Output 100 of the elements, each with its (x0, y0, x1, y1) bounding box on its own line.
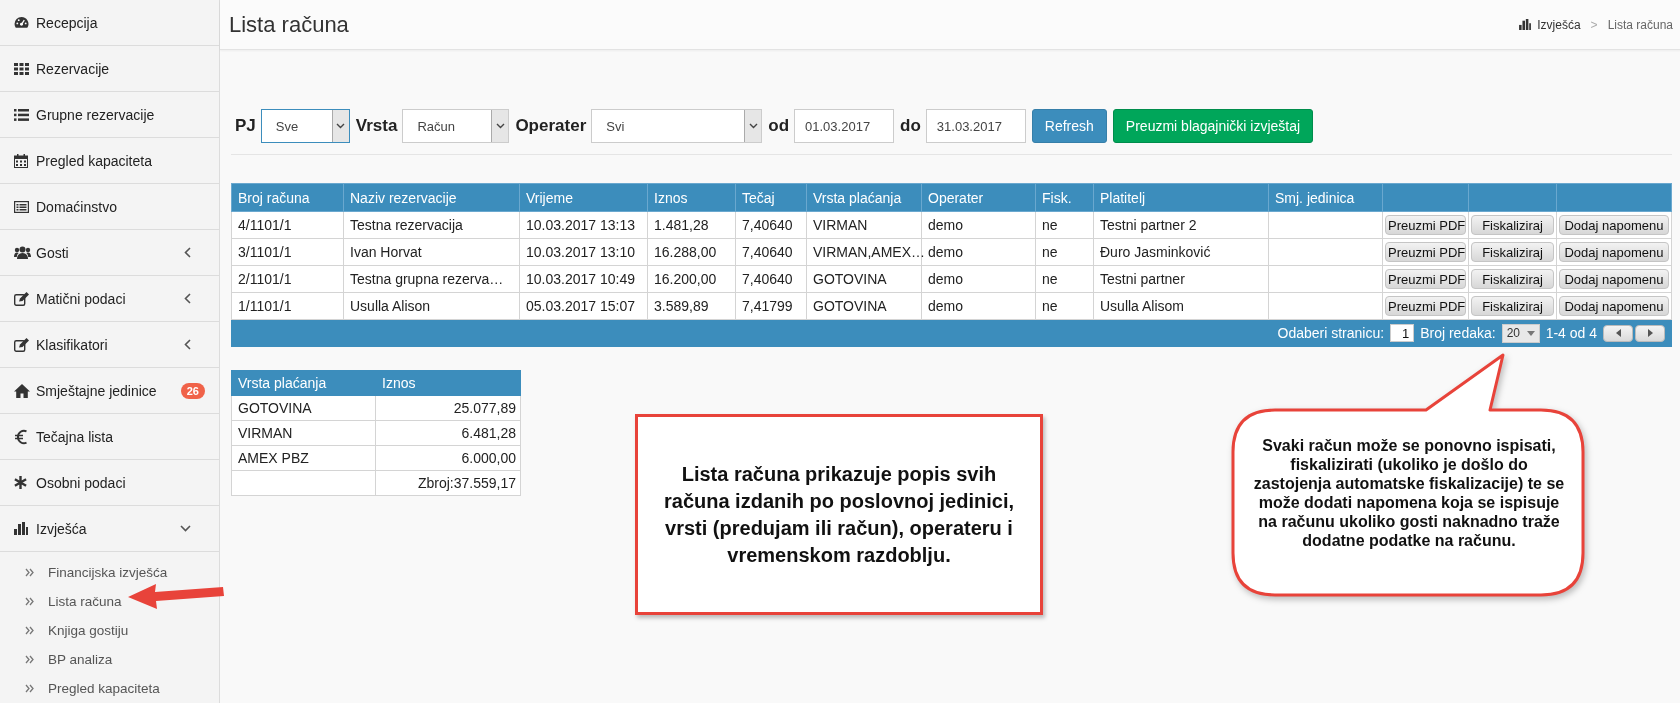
table-cell: 16.200,00 (647, 265, 736, 293)
table-cell: Testni partner 2 (1093, 211, 1269, 239)
submenu-item[interactable]: Lista računa (0, 587, 124, 616)
table-cell: 4/1101/1 (231, 211, 344, 239)
sidebar-item[interactable]: Matični podaci (0, 276, 219, 322)
caret-icon (1526, 330, 1535, 336)
breadcrumb-link[interactable]: Lista računa (1607, 17, 1673, 32)
dropdown[interactable]: Sve (260, 109, 350, 143)
column-header: Vrijeme (519, 183, 648, 212)
table-cell: 7,40640 (735, 238, 807, 266)
table-cell: 7,41799 (735, 292, 807, 320)
home-icon (14, 383, 30, 398)
table-cell: Zbroj:37.559,17 (375, 470, 521, 496)
column-header: Iznos (375, 370, 521, 396)
table-cell: GOTOVINA (806, 265, 922, 293)
row-action-button[interactable]: Fiskaliziraj (1471, 296, 1554, 316)
table-cell: GOTOVINA (231, 395, 376, 421)
grid-icon (14, 62, 29, 75)
chevron-left-icon (184, 339, 191, 350)
sidebar-item[interactable]: Smještajne jedinice 26 (0, 368, 219, 414)
count-badge: 26 (180, 382, 205, 399)
breadcrumb-separator: > (1589, 17, 1599, 32)
sidebar-item[interactable]: Rezervacije (0, 46, 219, 92)
filter-label: od (768, 116, 790, 136)
table-cell: VIRMAN (231, 420, 376, 446)
row-action-button[interactable]: Preuzmi PDF (1385, 242, 1466, 262)
row-action-button[interactable]: Preuzmi PDF (1385, 296, 1466, 316)
row-action-button[interactable]: Preuzmi PDF (1385, 215, 1466, 235)
list-card-icon (14, 200, 29, 213)
sidebar-item[interactable]: Gosti (0, 230, 219, 276)
column-header: Vrsta plaćanja (806, 183, 922, 212)
table-cell: 7,40640 (735, 211, 807, 239)
table-cell: 2/1101/1 (231, 265, 344, 293)
table-cell: Testna rezervacija (343, 211, 520, 239)
table-cell: 3.589,89 (647, 292, 736, 320)
column-header: Vrsta plaćanja (231, 370, 376, 396)
bar-chart-icon (14, 522, 28, 535)
sidebar-item[interactable]: Pregled kapaciteta (0, 138, 219, 184)
table-cell: 3/1101/1 (231, 238, 344, 266)
edit-icon (14, 337, 29, 352)
dropdown[interactable]: Račun (402, 109, 510, 143)
pager-label: Broj redaka: (1420, 325, 1496, 341)
bubble-text: Svaki račun može se ponovno ispisati, fiskalizirati (ukoliko je došlo do zastojenja automatske fiskalizacije) te se može dodati napomena koja se ispisuje na računu ukoliko gosti naknadno traže dodatne podatke na računu. (1252, 436, 1566, 550)
double-chevron-icon (25, 684, 34, 693)
sidebar-item[interactable]: Osobni podaci (0, 460, 219, 506)
note-text: Lista računa prikazuje popis svih računa izdanih po poslovnoj jedinici, vrsti (predujam ili račun), operateru i vremenskom razdoblju. (662, 461, 1015, 568)
table-cell: Ivan Horvat (343, 238, 520, 266)
double-chevron-icon (25, 568, 34, 577)
date-field[interactable]: 31.03.2017 (925, 109, 1026, 143)
row-action-button[interactable]: Fiskaliziraj (1471, 215, 1554, 235)
row-action-button[interactable]: Dodaj napomenu (1559, 242, 1669, 262)
pager-label: Odaberi stranicu: (1277, 325, 1385, 341)
table-cell: Testni partner (1093, 265, 1269, 293)
sidebar-item[interactable]: Tečajna lista (0, 414, 219, 460)
triangle-left-icon (1615, 329, 1621, 337)
row-action-button[interactable]: Dodaj napomenu (1559, 296, 1669, 316)
previous-page-button[interactable] (1603, 324, 1633, 342)
breadcrumb-link[interactable]: Izvješća (1537, 17, 1581, 32)
column-header: Smj. jedinica (1268, 183, 1383, 212)
rows-dropdown[interactable]: 20 (1501, 323, 1540, 343)
filter-label: Vrsta (355, 116, 398, 136)
table-cell: 7,40640 (735, 265, 807, 293)
triangle-right-icon (1647, 329, 1653, 337)
column-header: Iznos (647, 183, 736, 212)
table-cell: Đuro Jasminković (1093, 238, 1269, 266)
sidebar-item[interactable]: Domaćinstvo (0, 184, 219, 230)
filter-label: PJ (235, 116, 256, 136)
caret-icon (495, 123, 505, 129)
caret-icon (748, 123, 758, 129)
column-header: Fisk. (1035, 183, 1094, 212)
table-cell: 10.03.2017 10:49 (519, 265, 648, 293)
table-cell: 1.481,28 (647, 211, 736, 239)
submenu-item[interactable]: Pregled kapaciteta (0, 674, 162, 703)
page-field[interactable]: 1 (1390, 324, 1415, 342)
sidebar-item[interactable]: Recepcija (0, 0, 219, 46)
date-field[interactable]: 01.03.2017 (794, 109, 895, 143)
table-cell: GOTOVINA (806, 292, 922, 320)
double-chevron-icon (25, 655, 34, 664)
row-action-button[interactable]: Fiskaliziraj (1471, 242, 1554, 262)
sidebar-item[interactable]: Klasifikatori (0, 322, 219, 368)
refresh-button[interactable]: Refresh (1031, 109, 1107, 143)
table-cell: Usulla Alisom (1093, 292, 1269, 320)
calendar-icon (14, 153, 28, 168)
chevron-down-icon (180, 525, 191, 532)
table-cell: 6.000,00 (375, 445, 521, 471)
dropdown[interactable]: Svi (591, 109, 763, 143)
row-action-button[interactable]: Preuzmi PDF (1385, 269, 1466, 289)
table-cell: demo (921, 211, 1036, 239)
sidebar-item[interactable]: Grupne rezervacije (0, 92, 219, 138)
table-cell: 25.077,89 (375, 395, 521, 421)
submenu-item[interactable]: Financijska izvješća (0, 558, 170, 587)
table-cell: 10.03.2017 13:13 (519, 211, 648, 239)
next-page-button[interactable] (1635, 324, 1665, 342)
row-action-button[interactable]: Dodaj napomenu (1559, 215, 1669, 235)
table-cell: demo (921, 292, 1036, 320)
row-action-button[interactable]: Fiskaliziraj (1471, 269, 1554, 289)
sidebar-item[interactable]: Izvješća (0, 506, 219, 552)
row-action-button[interactable]: Dodaj napomenu (1559, 269, 1669, 289)
submenu-item[interactable]: BP analiza (0, 645, 115, 674)
submenu-item[interactable]: Knjiga gostiju (0, 616, 131, 645)
